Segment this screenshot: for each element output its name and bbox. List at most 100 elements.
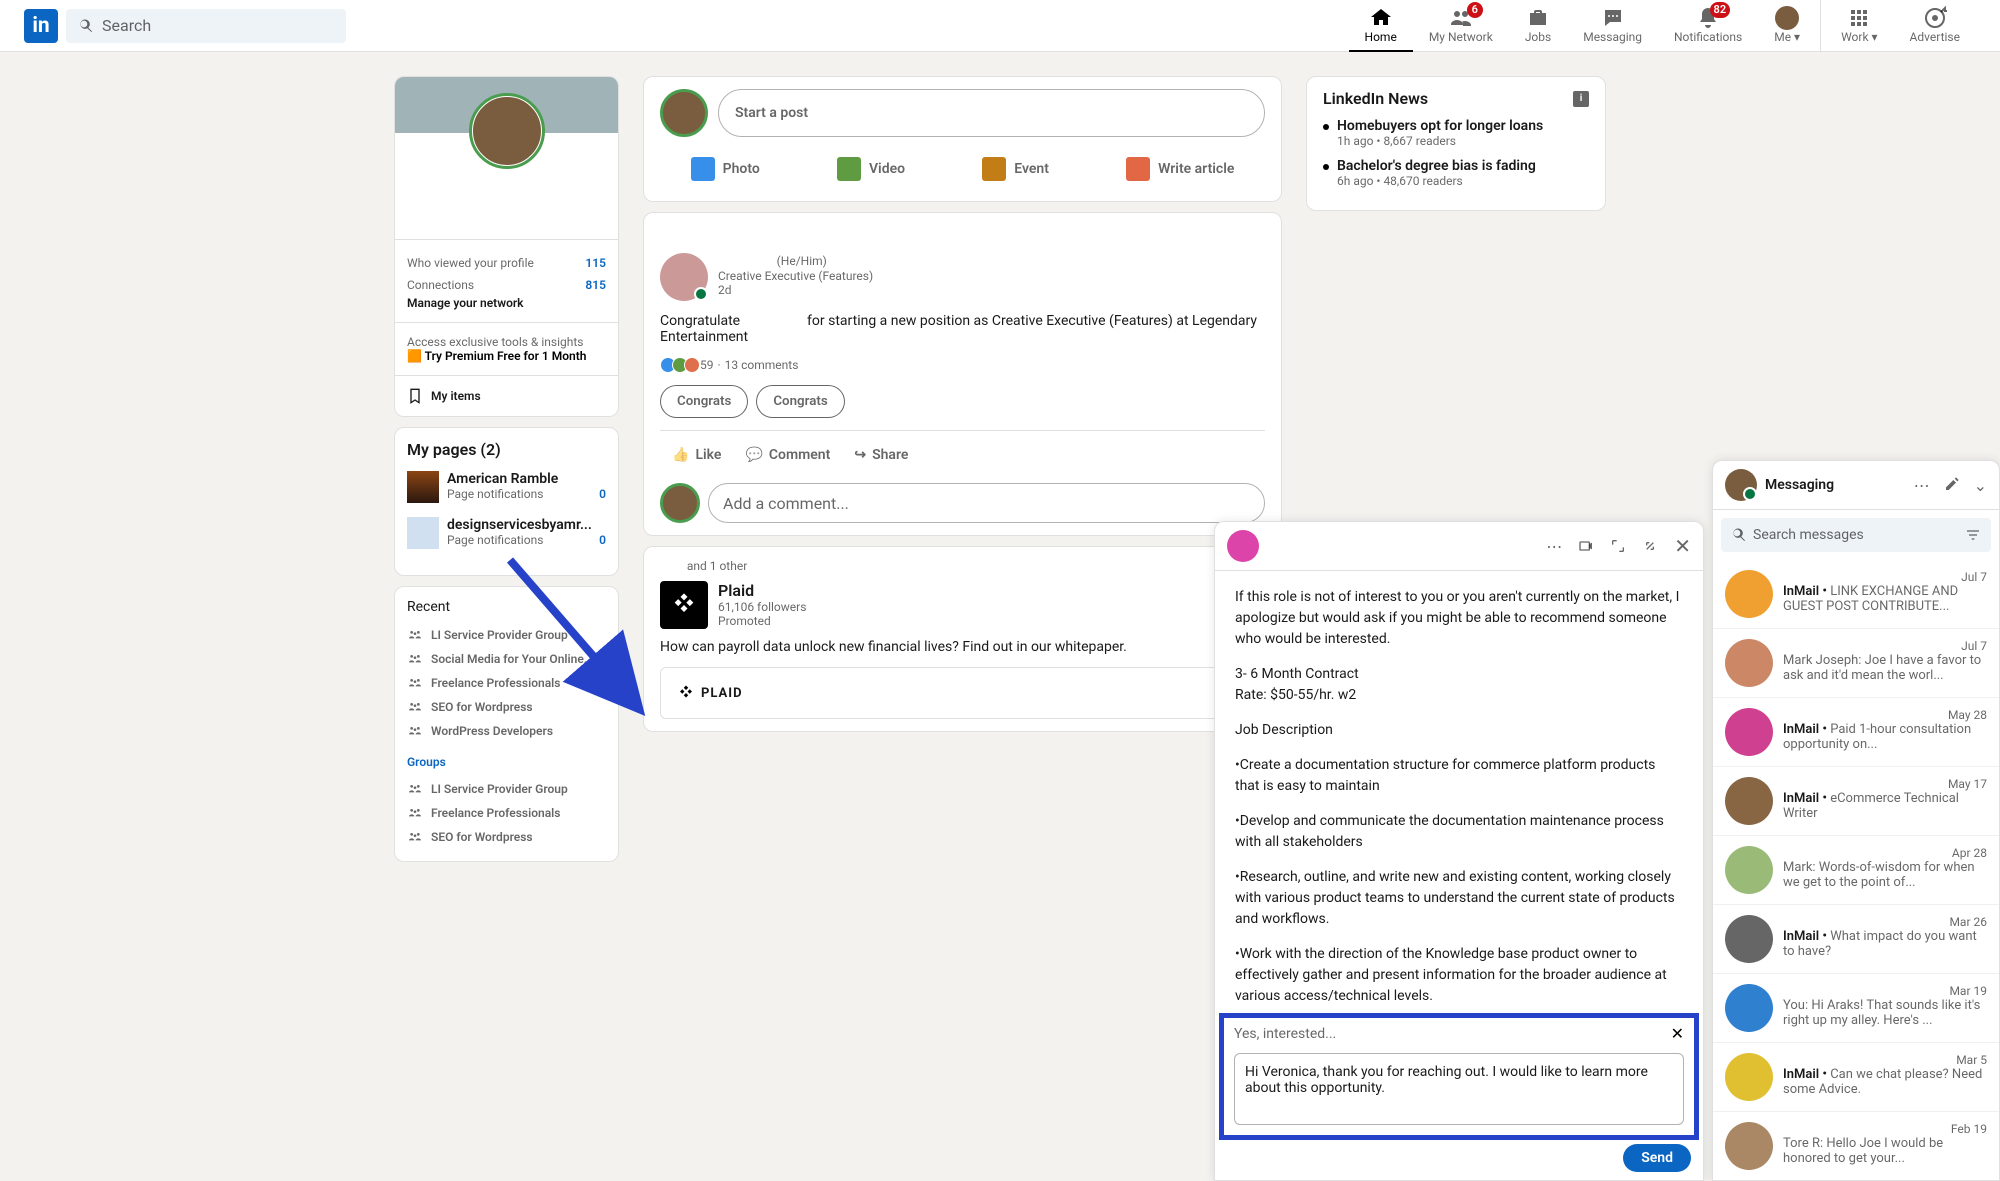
like-button[interactable]: 👍 Like <box>660 435 733 475</box>
manage-network-link[interactable]: Manage your network <box>407 296 606 310</box>
message-thread[interactable]: Feb 19Tore R: Hello Joe I would be honor… <box>1713 1112 1999 1180</box>
feed-post: (He/Him) Creative Executive (Features) 2… <box>643 212 1282 536</box>
linkedin-logo[interactable]: in <box>24 9 58 43</box>
close-icon[interactable]: ✕ <box>1674 534 1691 558</box>
post-reactions[interactable]: 59 · 13 comments <box>660 357 1265 373</box>
avatar <box>1775 6 1799 30</box>
recent-card: Recent LI Service Provider Group Social … <box>394 586 619 862</box>
recent-item[interactable]: Social Media for Your Online... <box>407 647 606 671</box>
more-icon[interactable]: ⋯ <box>1546 537 1562 556</box>
bookmark-icon <box>407 388 423 404</box>
group-icon <box>407 651 423 667</box>
my-items-link[interactable]: My items <box>395 375 618 416</box>
share-button[interactable]: ↪ Share <box>842 435 920 475</box>
search-icon <box>1731 527 1747 543</box>
close-suggestion-icon[interactable]: ✕ <box>1671 1024 1684 1043</box>
nav-work[interactable]: Work ▾ <box>1825 0 1893 52</box>
message-thread[interactable]: Jul 7Mark Joseph: Joe I have a favor to … <box>1713 629 1999 698</box>
recent-item[interactable]: Freelance Professionals <box>407 671 606 695</box>
message-search-input[interactable]: Search messages <box>1721 518 1991 552</box>
group-item[interactable]: Freelance Professionals <box>407 801 606 825</box>
reply-compose-area: Yes, interested... ✕ Hi Veronica, thank … <box>1219 1013 1699 1140</box>
nav-me[interactable]: Me ▾ <box>1758 0 1816 52</box>
message-thread-list: Jul 7InMail • LINK EXCHANGE AND GUEST PO… <box>1713 560 1999 1180</box>
avatar <box>1725 1122 1773 1170</box>
global-search-input[interactable]: Search <box>66 9 346 43</box>
who-viewed-profile[interactable]: Who viewed your profile 115 <box>407 252 606 274</box>
avatar <box>1725 639 1773 687</box>
start-post-input[interactable]: Start a post <box>718 89 1265 137</box>
group-item[interactable]: LI Service Provider Group <box>407 777 606 801</box>
premium-upsell[interactable]: Access exclusive tools & insights 🟧 Try … <box>395 322 618 375</box>
avatar <box>1725 1053 1773 1101</box>
message-thread[interactable]: Apr 28Mark: Words-of-wisdom for when we … <box>1713 836 1999 905</box>
chat-icon <box>1601 6 1625 30</box>
message-thread[interactable]: Mar 5InMail • Can we chat please? Need s… <box>1713 1043 1999 1112</box>
avatar <box>1725 984 1773 1032</box>
group-icon <box>407 675 423 691</box>
message-compose-input[interactable]: Hi Veronica, thank you for reaching out.… <box>1234 1053 1684 1125</box>
nav-notifications[interactable]: 82 Notifications <box>1658 0 1758 52</box>
profile-card: Who viewed your profile 115 Connections … <box>394 76 619 417</box>
target-icon <box>1923 6 1947 30</box>
quick-reply-button[interactable]: Congrats <box>660 385 748 418</box>
message-thread[interactable]: May 17InMail • eCommerce Technical Write… <box>1713 767 1999 836</box>
more-icon[interactable]: ⋯ <box>1914 476 1930 495</box>
conversation-avatar[interactable] <box>1227 530 1259 562</box>
group-icon <box>407 699 423 715</box>
avatar <box>1725 708 1773 756</box>
message-thread[interactable]: May 28InMail • Paid 1-hour consultation … <box>1713 698 1999 767</box>
post-article-button[interactable]: Write article <box>1114 145 1246 193</box>
recent-item[interactable]: WordPress Developers <box>407 719 606 743</box>
avatar <box>1725 846 1773 894</box>
comment-button[interactable]: 💬 Comment <box>733 435 842 475</box>
quick-reply-button[interactable]: Congrats <box>756 385 844 418</box>
group-icon <box>407 829 423 845</box>
connections-stat[interactable]: Connections 815 <box>407 274 606 296</box>
home-icon <box>1369 6 1393 30</box>
news-item[interactable]: Homebuyers opt for longer loans 1h ago •… <box>1337 118 1589 148</box>
post-event-button[interactable]: Event <box>970 145 1061 193</box>
filter-icon[interactable] <box>1965 527 1981 543</box>
group-item[interactable]: SEO for Wordpress <box>407 825 606 849</box>
message-thread[interactable]: Jul 7InMail • LINK EXCHANGE AND GUEST PO… <box>1713 560 1999 629</box>
my-pages-card: My pages (2) American Ramble Page notifi… <box>394 427 619 576</box>
group-icon <box>407 723 423 739</box>
grid-icon <box>1847 6 1871 30</box>
send-button[interactable]: Send <box>1623 1144 1691 1172</box>
nav-my-network[interactable]: 6 My Network <box>1413 0 1509 52</box>
info-icon[interactable]: i <box>1573 91 1589 107</box>
minimize-icon[interactable] <box>1642 538 1658 554</box>
briefcase-icon <box>1526 6 1550 30</box>
post-photo-button[interactable]: Photo <box>679 145 772 193</box>
news-item[interactable]: Bachelor's degree bias is fading 6h ago … <box>1337 158 1589 188</box>
comment-input[interactable]: Add a comment... <box>708 483 1265 523</box>
plaid-logo[interactable] <box>660 581 708 629</box>
avatar <box>660 89 708 137</box>
group-icon <box>407 805 423 821</box>
recent-item[interactable]: LI Service Provider Group <box>407 623 606 647</box>
recent-item[interactable]: SEO for Wordpress <box>407 695 606 719</box>
start-post-card: Start a post Photo Video Event Write art… <box>643 76 1282 202</box>
page-item[interactable]: designservicesbyamr... Page notification… <box>407 517 606 549</box>
nav-advertise[interactable]: Advertise <box>1894 0 1976 52</box>
avatar <box>1725 570 1773 618</box>
nav-messaging[interactable]: Messaging <box>1567 0 1658 52</box>
page-item[interactable]: American Ramble Page notifications0 <box>407 471 606 503</box>
nav-jobs[interactable]: Jobs <box>1509 0 1567 52</box>
post-author-avatar[interactable] <box>660 253 708 301</box>
top-navigation: in Search Home 6 My Network Jobs Messagi… <box>0 0 2000 52</box>
message-thread[interactable]: Mar 19You: Hi Araks! That sounds like it… <box>1713 974 1999 1043</box>
messaging-panel: Messaging ⋯ ⌄ Search messages Jul 7InMai… <box>1712 460 2000 1181</box>
message-thread[interactable]: Mar 26InMail • What impact do you want t… <box>1713 905 1999 974</box>
expand-icon[interactable] <box>1610 538 1626 554</box>
avatar <box>1725 915 1773 963</box>
compose-icon[interactable] <box>1944 476 1960 492</box>
video-icon[interactable] <box>1578 538 1594 554</box>
avatar <box>1725 777 1773 825</box>
profile-avatar[interactable] <box>471 95 543 167</box>
nav-home[interactable]: Home <box>1349 0 1413 52</box>
chevron-down-icon[interactable]: ⌄ <box>1974 476 1987 495</box>
post-video-button[interactable]: Video <box>825 145 917 193</box>
messaging-header[interactable]: Messaging ⋯ ⌄ <box>1713 461 1999 510</box>
